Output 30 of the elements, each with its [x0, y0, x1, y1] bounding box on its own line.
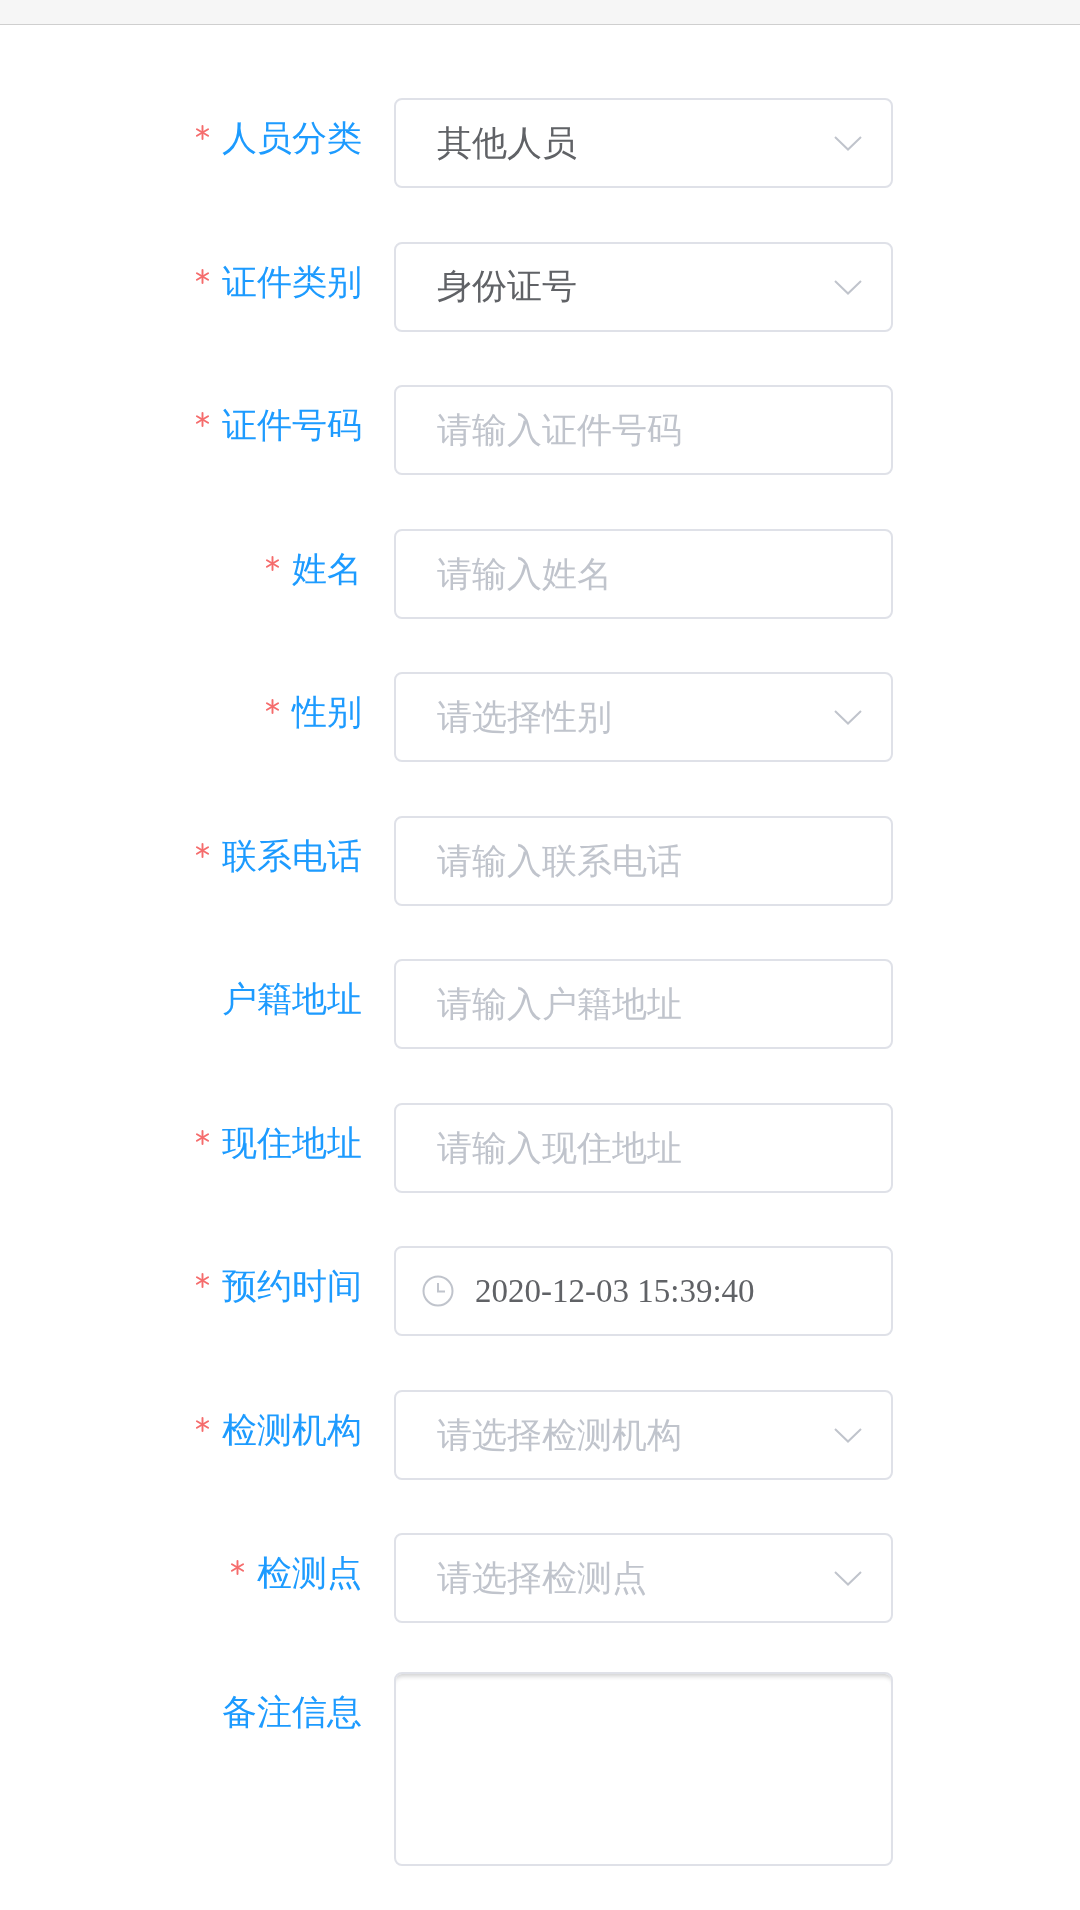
chevron-down-icon — [834, 136, 862, 151]
clock-icon — [422, 1275, 454, 1307]
field-label: 联系电话 — [222, 834, 362, 877]
select-field[interactable]: 身份证号 — [394, 241, 893, 332]
select-field[interactable]: 其他人员 — [394, 98, 893, 188]
field-label: 户籍地址 — [222, 978, 362, 1020]
remarks-textarea[interactable] — [394, 1671, 893, 1866]
field-label: 检测机构 — [222, 1408, 362, 1451]
field-label: 预约时间 — [222, 1265, 362, 1307]
select-field[interactable]: 请选择性别 — [394, 672, 893, 762]
chevron-down-icon — [834, 1427, 862, 1443]
field-label: 备注信息 — [222, 1690, 362, 1733]
select-field[interactable]: 请选择检测机构 — [394, 1389, 893, 1480]
select-field[interactable]: 请选择检测点 — [394, 1533, 893, 1623]
datetime-field[interactable]: 2020-12-03 15:39:40 — [394, 1246, 893, 1336]
field-label: 现住地址 — [222, 1121, 362, 1164]
field-label: 证件号码 — [222, 404, 362, 446]
chevron-down-icon — [834, 279, 862, 295]
text-input-field[interactable]: 请输入联系电话 — [394, 815, 893, 906]
field-label: 姓名 — [292, 547, 362, 590]
field-label: 检测点 — [257, 1552, 362, 1594]
chevron-down-icon — [834, 1571, 862, 1586]
chevron-down-icon — [834, 710, 862, 725]
text-input-field[interactable]: 请输入现住地址 — [394, 1102, 893, 1193]
field-label: 性别 — [292, 691, 362, 733]
field-label: 证件类别 — [222, 260, 362, 303]
field-label: 人员分类 — [222, 117, 362, 159]
text-input-field[interactable]: 请输入证件号码 — [394, 385, 893, 475]
text-input-field[interactable]: 请输入户籍地址 — [394, 959, 893, 1049]
text-input-field[interactable]: 请输入姓名 — [394, 528, 893, 619]
